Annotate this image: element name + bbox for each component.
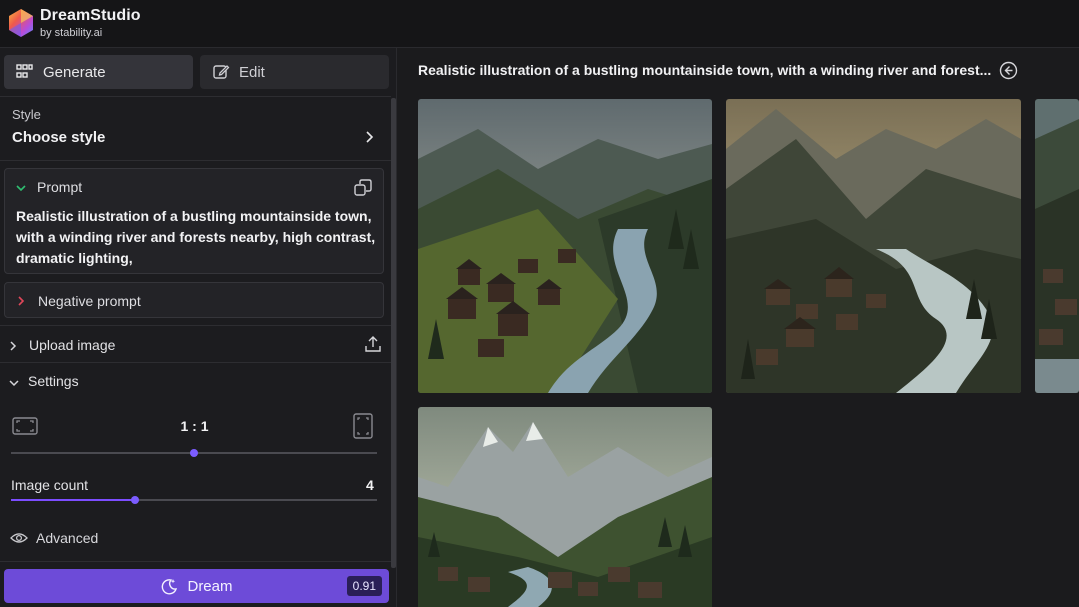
- eye-icon: [10, 533, 28, 543]
- arrow-left-circle-icon[interactable]: [999, 61, 1018, 80]
- results-title: Realistic illustration of a bustling mou…: [418, 62, 992, 78]
- chevron-down-icon: [9, 380, 19, 387]
- aspect-ratio-value: 1 : 1: [180, 418, 209, 434]
- result-image[interactable]: [726, 99, 1021, 393]
- sidebar-scrollbar[interactable]: [391, 98, 396, 568]
- aspect-ratio-slider[interactable]: [11, 449, 377, 457]
- result-image[interactable]: [418, 99, 712, 393]
- divider: [0, 561, 391, 562]
- top-bar: DreamStudio by stability.ai: [0, 0, 1079, 48]
- result-image[interactable]: [1035, 99, 1079, 393]
- portrait-ratio-icon[interactable]: [353, 413, 373, 439]
- advanced-label: Advanced: [36, 530, 99, 546]
- upload-icon[interactable]: [364, 335, 382, 353]
- image-count-label: Image count: [11, 477, 89, 493]
- prompt-panel: Prompt Realistic illustration of a bustl…: [4, 168, 384, 274]
- image-count-value: 4: [366, 477, 374, 493]
- result-image[interactable]: [418, 407, 712, 607]
- image-count-slider[interactable]: [11, 496, 377, 504]
- copy-icon[interactable]: [353, 178, 373, 198]
- logo-icon[interactable]: [6, 8, 36, 38]
- prompt-title: Prompt: [37, 179, 83, 195]
- divider: [0, 160, 391, 161]
- edit-icon: [213, 65, 230, 79]
- image-count-slider-fill: [11, 499, 136, 501]
- brand-subtitle: by stability.ai: [40, 27, 103, 39]
- style-value: Choose style: [12, 129, 106, 146]
- negative-prompt-title: Negative prompt: [38, 293, 141, 309]
- sidebar: Generate Edit Style Choose style Prompt …: [0, 48, 397, 607]
- aspect-ratio-slider-thumb[interactable]: [190, 449, 198, 457]
- upload-image-label: Upload image: [29, 337, 116, 353]
- style-label: Style: [12, 107, 41, 122]
- chevron-right-icon: [366, 131, 374, 143]
- chevron-right-icon: [18, 296, 25, 306]
- divider: [0, 96, 391, 97]
- chevron-down-icon[interactable]: [15, 183, 27, 193]
- tab-edit[interactable]: Edit: [200, 55, 389, 89]
- prompt-text[interactable]: Realistic illustration of a bustling mou…: [16, 206, 378, 269]
- chevron-right-icon: [10, 341, 17, 351]
- negative-prompt-panel[interactable]: Negative prompt: [4, 282, 384, 318]
- brand-title: DreamStudio: [40, 7, 141, 24]
- credit-cost-badge: 0.91: [346, 576, 382, 596]
- tab-generate[interactable]: Generate: [4, 55, 193, 89]
- divider: [0, 362, 391, 363]
- tab-generate-label: Generate: [43, 63, 106, 81]
- dream-button-label: Dream: [187, 577, 233, 595]
- settings-label: Settings: [28, 373, 79, 389]
- tab-edit-label: Edit: [239, 63, 265, 81]
- dream-button[interactable]: Dream 0.91: [4, 569, 389, 603]
- divider: [0, 325, 391, 326]
- image-count-slider-thumb[interactable]: [131, 496, 140, 504]
- grid-icon: [16, 64, 33, 78]
- moon-sparkle-icon: [162, 579, 178, 595]
